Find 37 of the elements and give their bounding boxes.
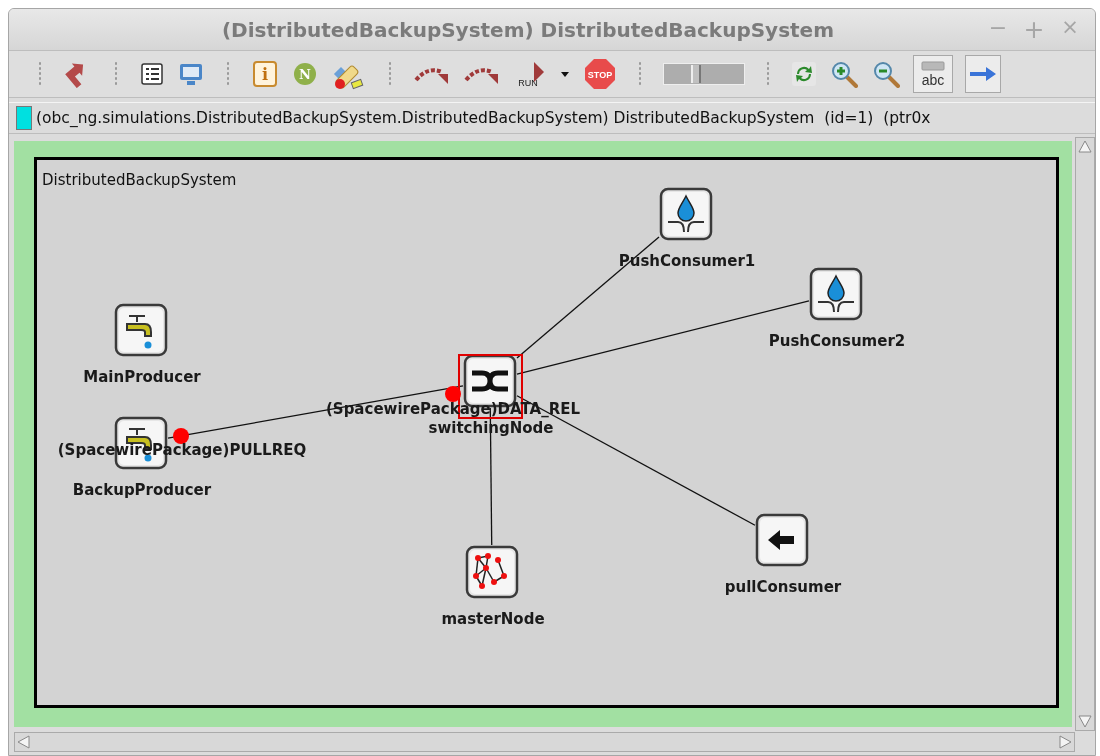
zoom-in-icon xyxy=(830,60,858,88)
faucet-icon[interactable] xyxy=(114,303,168,357)
close-button[interactable]: × xyxy=(1059,15,1081,44)
node-label: PushConsumer2 xyxy=(768,332,906,350)
refresh-icon xyxy=(792,62,816,86)
badge-button[interactable]: N xyxy=(291,56,319,92)
monitor-icon xyxy=(178,62,204,86)
stop-button[interactable]: STOP xyxy=(583,56,617,92)
bar-icon xyxy=(921,61,945,71)
speed-slider[interactable] xyxy=(663,63,745,85)
node-label: BackupProducer xyxy=(72,481,212,499)
scroll-up-arrow-icon[interactable] xyxy=(1076,138,1094,156)
node-label: MainProducer xyxy=(83,368,201,386)
maximize-button[interactable]: + xyxy=(1023,15,1045,44)
droplet-icon[interactable] xyxy=(809,267,863,321)
scroll-down-arrow-icon[interactable] xyxy=(1076,712,1094,730)
object-path: (obc_ng.simulations.DistributedBackupSystem.DistributedBackupSystem) DistributedBackupSystem (id=1) (ptr0x xyxy=(36,109,931,127)
slider-thumb[interactable] xyxy=(690,65,701,83)
run-button[interactable]: RUN xyxy=(513,56,547,92)
message-dot xyxy=(173,428,189,444)
module-title: DistributedBackupSystem xyxy=(42,171,237,189)
message-dot xyxy=(445,386,461,402)
window-title: (DistributedBackupSystem) DistributedBackupSystem xyxy=(220,17,835,42)
list-icon xyxy=(140,61,164,87)
scroll-left-arrow-icon[interactable] xyxy=(15,733,33,751)
scroll-right-arrow-icon[interactable] xyxy=(1056,733,1074,751)
play-icon xyxy=(534,62,544,82)
zoom-out-icon xyxy=(872,60,900,88)
horizontal-scrollbar[interactable] xyxy=(14,732,1075,752)
droplet-icon[interactable] xyxy=(659,187,713,241)
node-label: pullConsumer xyxy=(724,578,842,596)
minimize-button[interactable]: − xyxy=(987,15,1009,44)
right-arrow-button[interactable] xyxy=(965,55,1001,93)
vertical-scrollbar[interactable] xyxy=(1075,137,1095,731)
node-label: masterNode xyxy=(441,610,545,628)
labels-button[interactable]: abc xyxy=(913,55,953,93)
network-icon[interactable] xyxy=(465,545,519,599)
